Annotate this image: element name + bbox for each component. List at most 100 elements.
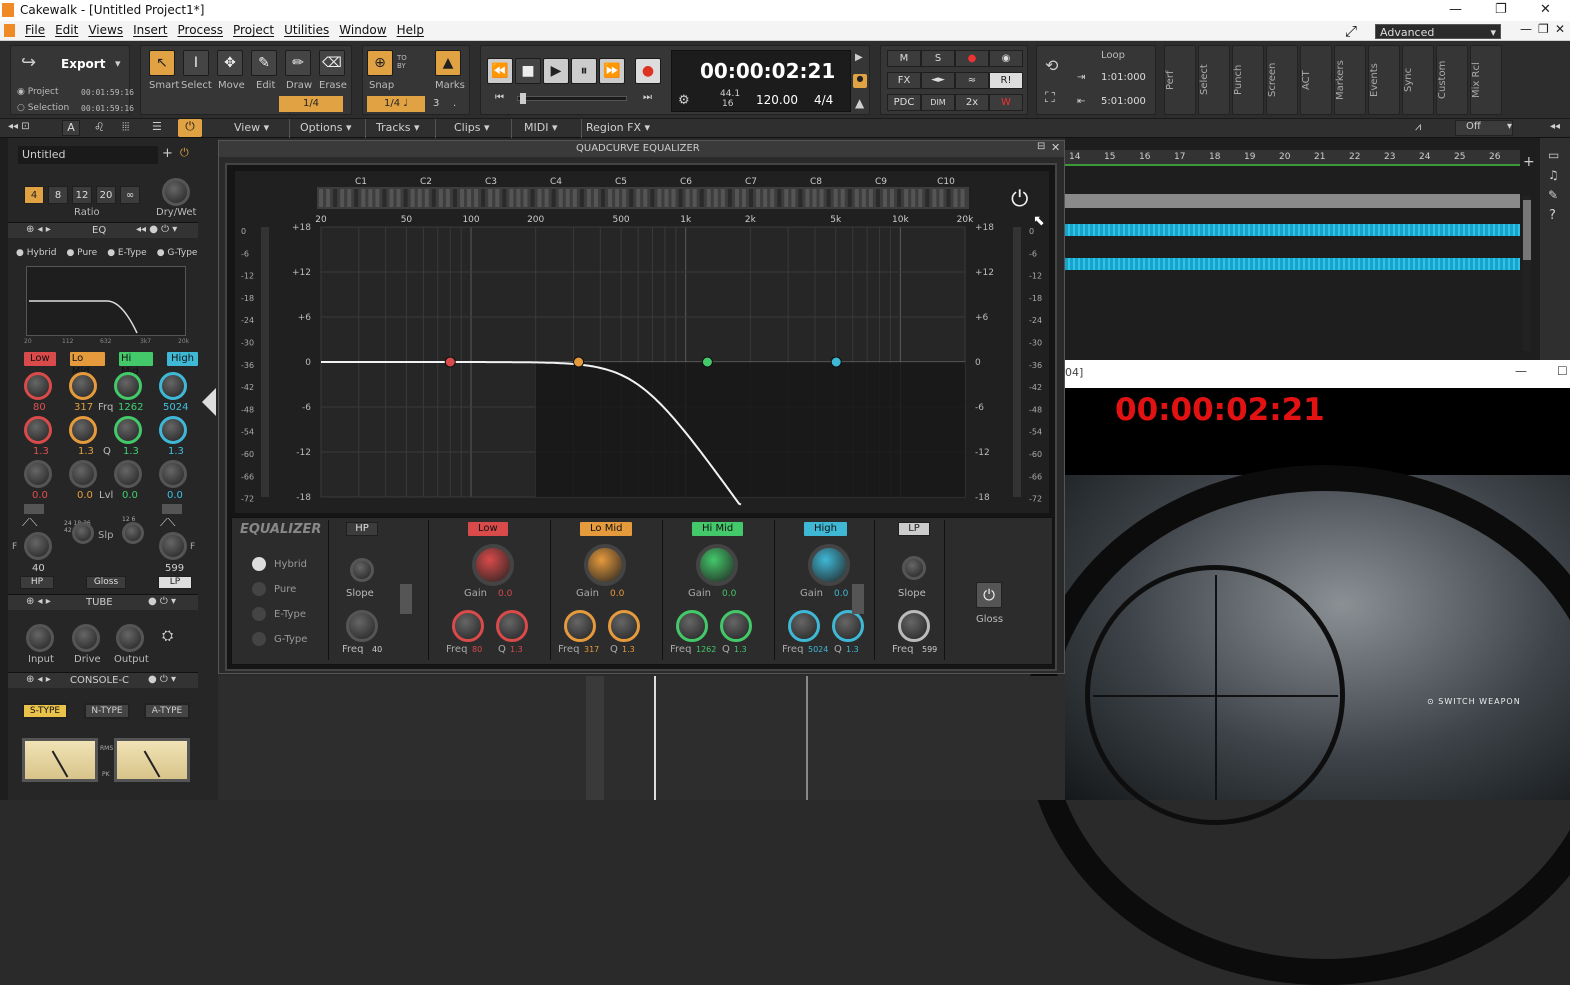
power-icon[interactable]: ⏻ xyxy=(178,119,202,137)
lp-slope-knob[interactable] xyxy=(122,522,144,544)
mode-gtype[interactable]: ● G-Type xyxy=(157,248,198,258)
menu-view[interactable]: View ▾ xyxy=(218,119,290,138)
eq-controls-icon[interactable]: ◂◂ ● ⏻ ▾ xyxy=(136,224,177,235)
fx-button[interactable]: FX xyxy=(887,72,921,89)
lp-enable-toggle[interactable] xyxy=(852,584,864,614)
tool-snap-select[interactable]: 1/4 xyxy=(279,96,343,112)
mode-gtype-radio[interactable]: G-Type xyxy=(252,627,307,652)
loop-icon[interactable]: ⟲ xyxy=(1045,56,1058,75)
browser-toggle-icon[interactable]: ◂◂ xyxy=(1550,121,1560,132)
low-level-knob[interactable] xyxy=(24,460,52,488)
select-tool-icon[interactable]: I xyxy=(183,50,209,76)
menu-utilities[interactable]: Utilities xyxy=(279,21,334,39)
mode-pure[interactable]: ● Pure xyxy=(66,248,97,258)
hp-enable-toggle[interactable] xyxy=(400,584,412,614)
himid-freq-knob[interactable] xyxy=(114,372,142,400)
mini-eq-graph[interactable] xyxy=(26,266,186,336)
gloss-button[interactable]: Gloss xyxy=(86,576,126,589)
menu-insert[interactable]: Insert xyxy=(128,21,172,39)
add-icon[interactable]: + xyxy=(162,146,173,161)
menu-file[interactable]: File xyxy=(20,21,50,39)
band-low-q-knob[interactable] xyxy=(496,610,528,642)
tube-controls-icon[interactable]: ● ⏻ ▾ xyxy=(148,596,176,607)
2x-button[interactable]: 2x xyxy=(955,94,989,111)
menu-help[interactable]: Help xyxy=(392,21,429,39)
go-end-icon[interactable]: ⏭ xyxy=(643,92,652,103)
lp-button[interactable]: LP xyxy=(158,576,192,589)
pin-icon[interactable]: ⊟ xyxy=(1037,141,1045,152)
lp-toggle[interactable] xyxy=(162,504,182,514)
menu-options[interactable]: Options ▾ xyxy=(290,119,366,138)
doc-close[interactable]: ✕ xyxy=(1555,22,1565,36)
tube-module-header[interactable]: ⊕ ◂ ▸ TUBE ● ⏻ ▾ xyxy=(8,594,198,610)
menu-project[interactable]: Project xyxy=(228,21,279,39)
mini-band-high[interactable]: High xyxy=(167,352,198,366)
band-low-gain-knob[interactable] xyxy=(472,544,514,586)
mode-hybrid-radio[interactable]: Hybrid xyxy=(252,552,307,577)
menu-region-fx[interactable]: Region FX ▾ xyxy=(582,119,658,138)
help-icon[interactable]: ? xyxy=(1549,208,1556,223)
low-freq-knob[interactable] xyxy=(24,372,52,400)
s-type-button[interactable]: S-TYPE xyxy=(22,703,68,719)
workspace-select[interactable]: Advanced ▾ xyxy=(1375,24,1501,39)
menu-edit[interactable]: Edit xyxy=(50,21,83,39)
mini-band-low[interactable]: Low xyxy=(24,352,56,366)
module-perf[interactable]: Perf xyxy=(1164,45,1196,115)
tempo[interactable]: 120.00 xyxy=(756,93,798,107)
selection-radio[interactable]: ○ Selection xyxy=(17,103,69,113)
play-small-icon[interactable]: ▶ xyxy=(855,52,863,63)
snap-icon[interactable]: ⊕ xyxy=(367,50,393,76)
console-module-header[interactable]: ⊕ ◂ ▸ CONSOLE-C ● ⏻ ▾ xyxy=(8,672,198,688)
band-low-freq-knob[interactable] xyxy=(452,610,484,642)
hp-slope-knob[interactable] xyxy=(72,522,94,544)
metronome-icon[interactable]: ▲ xyxy=(855,96,864,110)
lp-freq-knob[interactable] xyxy=(159,532,187,560)
loop-start[interactable]: 1:01:000 xyxy=(1101,72,1146,83)
meter[interactable]: 4/4 xyxy=(814,93,833,107)
mini-band-lomid[interactable]: Lo Mid xyxy=(69,352,105,377)
module-punch[interactable]: Punch xyxy=(1232,45,1264,115)
erase-tool-icon[interactable]: ⌫ xyxy=(319,50,345,76)
track-scrollbar[interactable] xyxy=(1523,196,1531,351)
band-himid-label[interactable]: Hi Mid xyxy=(692,522,744,536)
doc-minimize[interactable]: — xyxy=(1520,22,1532,36)
band-lomid-gain-knob[interactable] xyxy=(584,544,626,586)
menu-midi[interactable]: MIDI ▾ xyxy=(512,119,582,138)
restore-button[interactable]: ❐ xyxy=(1495,2,1507,17)
monitor-icon[interactable]: ◉ xyxy=(989,50,1023,67)
punch-icon[interactable]: ⛶ xyxy=(1045,90,1055,106)
menu-tracks[interactable]: Tracks ▾ xyxy=(366,119,436,138)
band-high-freq-knob[interactable] xyxy=(788,610,820,642)
snap-count[interactable]: 3 xyxy=(433,98,439,109)
smart-tool-icon[interactable]: ↖ xyxy=(149,50,175,76)
himid-level-knob[interactable] xyxy=(114,460,142,488)
inspector-toggle-icon[interactable]: ◂◂ ⊡ xyxy=(8,121,30,132)
video-maximize-button[interactable]: ☐ xyxy=(1557,364,1568,378)
module-markers[interactable]: Markers xyxy=(1334,45,1366,115)
auto-icon[interactable]: ● xyxy=(853,74,867,88)
hp-toggle[interactable] xyxy=(24,504,44,514)
gloss-power-icon[interactable]: ⏻ xyxy=(976,582,1002,608)
band-high-gain-knob[interactable] xyxy=(808,544,850,586)
band-high-q-knob[interactable] xyxy=(832,610,864,642)
eq-nav-icon[interactable]: ⊕ ◂ ▸ xyxy=(26,224,51,235)
mode-etype-radio[interactable]: E-Type xyxy=(252,602,307,627)
band-lomid-label[interactable]: Lo Mid xyxy=(580,522,633,536)
media-icon[interactable]: ♫ xyxy=(1548,168,1559,182)
pause-button[interactable]: ⏸ xyxy=(571,58,597,84)
menu-clips[interactable]: Clips ▾ xyxy=(436,119,512,138)
font-icon[interactable]: A xyxy=(62,120,80,136)
hp-button[interactable]: HP xyxy=(346,522,378,536)
tube-nav-icon[interactable]: ⊕ ◂ ▸ xyxy=(26,596,51,607)
band-himid-q-knob[interactable] xyxy=(720,610,752,642)
close-button[interactable]: ✕ xyxy=(1540,2,1551,17)
audio-clip-left[interactable] xyxy=(1065,224,1520,236)
video-minimize-button[interactable]: — xyxy=(1515,364,1527,378)
export-dropdown-icon[interactable]: ▾ xyxy=(115,57,121,70)
module-screen[interactable]: Screen xyxy=(1266,45,1298,115)
lomid-freq-knob[interactable] xyxy=(69,372,97,400)
lp-freq-knob[interactable] xyxy=(898,610,930,642)
module-custom[interactable]: Custom xyxy=(1436,45,1468,115)
expand-icon[interactable]: ⤢ xyxy=(1345,22,1357,40)
fx-icon[interactable]: ♌ xyxy=(94,120,105,134)
